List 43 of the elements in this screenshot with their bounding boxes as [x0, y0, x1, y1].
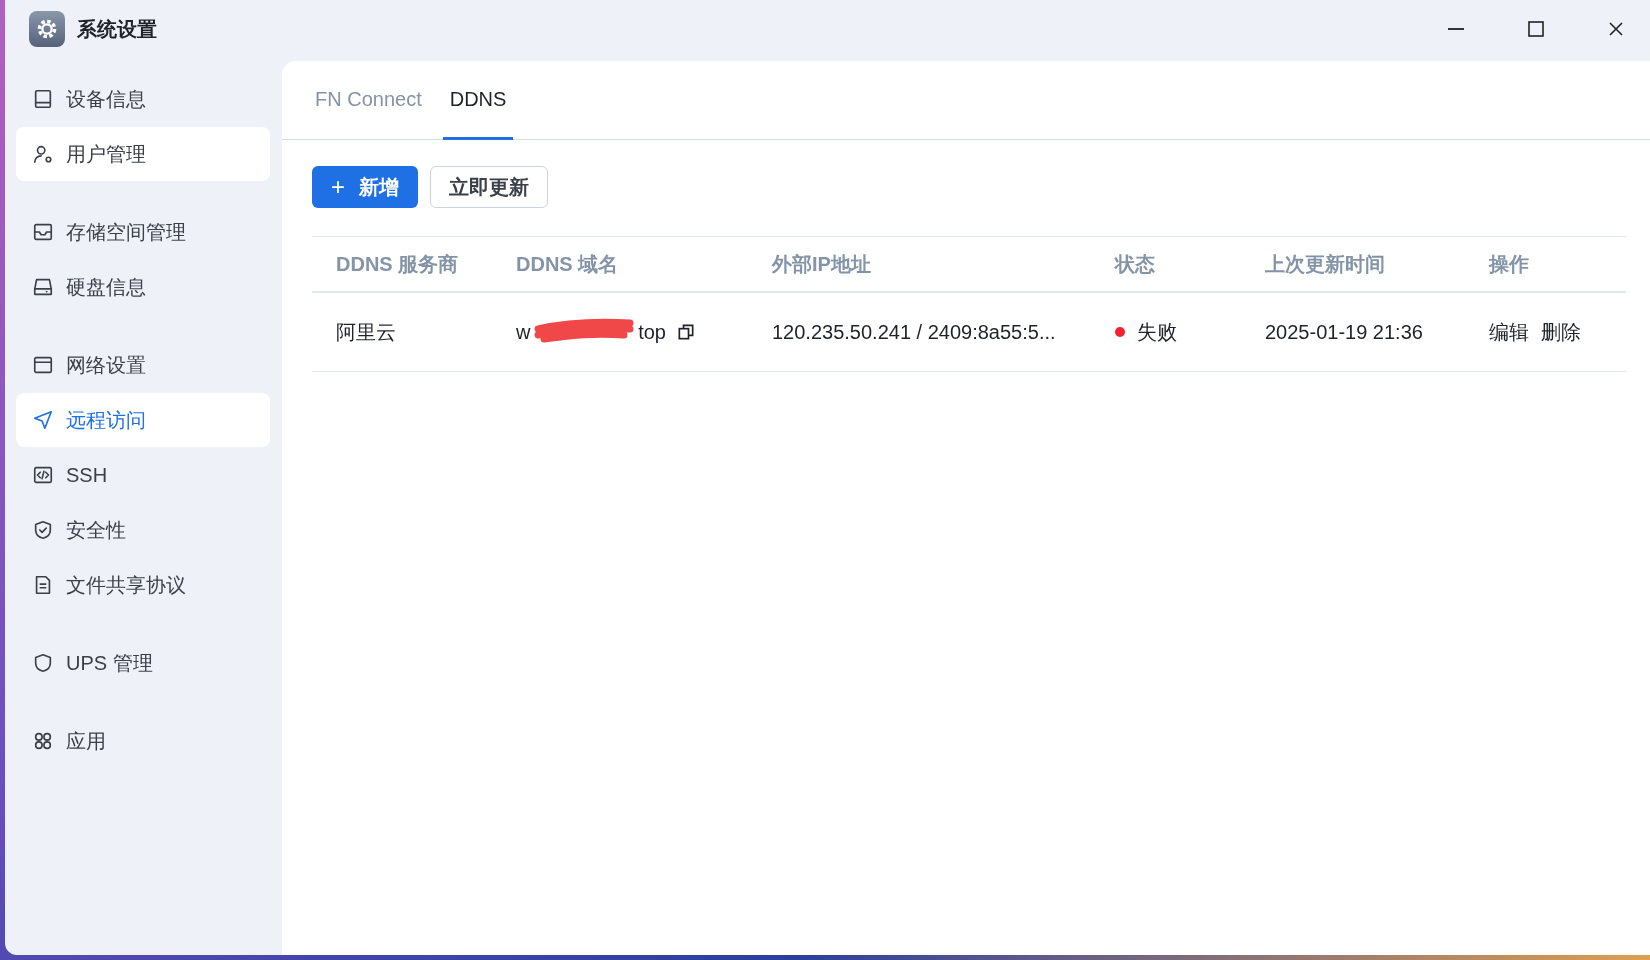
column-header: 状态: [1115, 251, 1156, 277]
window-icon: [32, 354, 54, 376]
sidebar-item[interactable]: 设备信息: [16, 72, 270, 126]
tray-icon: [32, 221, 54, 243]
settings-app-icon: [29, 11, 65, 47]
action-link[interactable]: 编辑: [1489, 318, 1529, 346]
sidebar-item[interactable]: 网络设置: [16, 338, 270, 392]
update-now-button[interactable]: 立即更新: [430, 166, 548, 208]
copy-icon[interactable]: [676, 322, 696, 342]
monitor-icon: [32, 88, 54, 110]
code-icon: [32, 464, 54, 486]
table-cell-text: 阿里云: [336, 319, 397, 345]
column-header: 上次更新时间: [1265, 251, 1386, 277]
add-button[interactable]: + 新增: [312, 166, 418, 208]
shield-icon: [32, 652, 54, 674]
status-text: 失败: [1137, 319, 1177, 345]
column-header: DDNS 服务商: [336, 251, 460, 277]
action-link[interactable]: 删除: [1541, 318, 1581, 346]
sidebar-item[interactable]: 远程访问: [16, 393, 270, 447]
column-header: DDNS 域名: [516, 251, 620, 277]
sidebar-item[interactable]: 硬盘信息: [16, 260, 270, 314]
minimize-icon: [1448, 28, 1464, 30]
domain-text: top: [638, 320, 666, 344]
send-icon: [32, 409, 54, 431]
sidebar-item[interactable]: 安全性: [16, 503, 270, 557]
column-header: 外部IP地址: [772, 251, 872, 277]
sidebar-item[interactable]: SSH: [16, 448, 270, 502]
column-header: 操作: [1489, 251, 1530, 277]
table-cell-text: 2025-01-19 21:36: [1265, 320, 1424, 344]
shield-check-icon: [32, 519, 54, 541]
sidebar-item[interactable]: 存储空间管理: [16, 205, 270, 259]
domain-text: w: [516, 320, 531, 344]
window-title: 系统设置: [77, 16, 158, 42]
sidebar-item[interactable]: 文件共享协议: [16, 558, 270, 612]
tab[interactable]: DDNS: [442, 61, 514, 140]
close-icon: [1608, 21, 1624, 37]
sidebar-item[interactable]: 应用: [16, 714, 270, 768]
drive-icon: [32, 276, 54, 298]
apps-icon: [32, 730, 54, 752]
sidebar-item[interactable]: 用户管理: [16, 127, 270, 181]
maximize-icon: [1528, 21, 1544, 37]
table-cell-text: 120.235.50.241 / 2409:8a55:5...: [772, 320, 1057, 344]
sidebar-item[interactable]: UPS 管理: [16, 636, 270, 690]
